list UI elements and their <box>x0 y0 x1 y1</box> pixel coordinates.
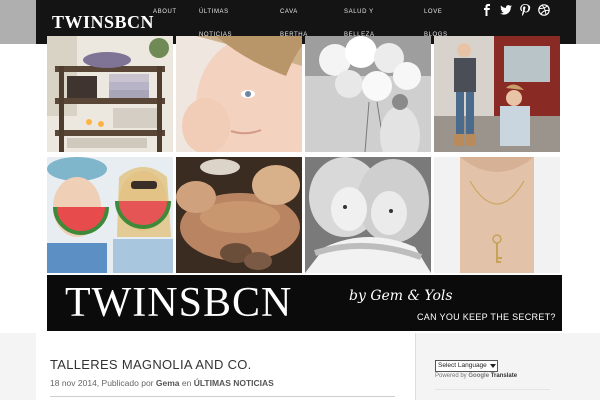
banner-byline: by Gem & Yols <box>349 288 453 304</box>
sidebar-rule <box>435 389 550 390</box>
banner-title: TWINSBCN <box>65 280 293 326</box>
post-author-link[interactable]: Gema <box>156 378 180 388</box>
twitter-icon[interactable] <box>500 4 512 16</box>
photo-key-necklace[interactable] <box>434 157 560 273</box>
nav-about[interactable]: About <box>153 8 177 16</box>
photo-shelf-towels[interactable] <box>47 36 173 152</box>
brand-banner: TWINSBCN by Gem & Yols CAN YOU KEEP THE … <box>47 275 562 331</box>
nav-salud-y[interactable]: Salud y <box>344 8 374 16</box>
photo-girls-watermelon[interactable] <box>47 157 173 273</box>
photo-balloons[interactable] <box>305 36 431 152</box>
post-title[interactable]: TALLERES MAGNOLIA AND CO. <box>50 357 252 373</box>
nav-ultimas[interactable]: Últimas <box>199 8 229 16</box>
chevron-down-icon <box>489 363 496 369</box>
facebook-icon[interactable] <box>481 4 493 16</box>
photo-twins-hugging[interactable] <box>305 157 431 273</box>
translate-link[interactable]: Translate <box>491 373 517 379</box>
language-select[interactable]: Select Language <box>435 360 498 372</box>
photo-mother-child-street[interactable] <box>434 36 560 152</box>
powered-by-google: Powered by Google Translate <box>435 372 517 380</box>
powered-by-label: Powered by <box>435 373 467 379</box>
photo-grid <box>47 36 562 273</box>
photo-child-face[interactable] <box>176 36 302 152</box>
nav-love[interactable]: Love <box>424 8 442 16</box>
post-published-by: , Publicado por <box>96 378 154 388</box>
post-meta: 18 nov 2014, Publicado por Gema en ÚLTIM… <box>50 377 274 389</box>
post-date: 18 nov 2014 <box>50 378 97 388</box>
sidebar-divider <box>415 333 416 400</box>
post-preview: TALLERES MAGNOLIA AND CO. 18 nov 2014, P… <box>36 333 416 400</box>
site-logo[interactable]: TWINSBCN <box>52 12 154 32</box>
post-divider <box>50 396 395 397</box>
post-category-link[interactable]: ÚLTIMAS NOTICIAS <box>194 378 274 388</box>
banner-tagline: CAN YOU KEEP THE SECRET? <box>417 312 556 322</box>
language-select-value: Select Language <box>438 362 487 369</box>
nav-cava[interactable]: Cava <box>280 8 298 16</box>
google-logo: Google <box>468 373 490 379</box>
pinterest-icon[interactable] <box>519 4 531 16</box>
dribbble-icon[interactable] <box>538 4 550 16</box>
post-in-word: en <box>181 378 192 388</box>
photo-massage[interactable] <box>176 157 302 273</box>
